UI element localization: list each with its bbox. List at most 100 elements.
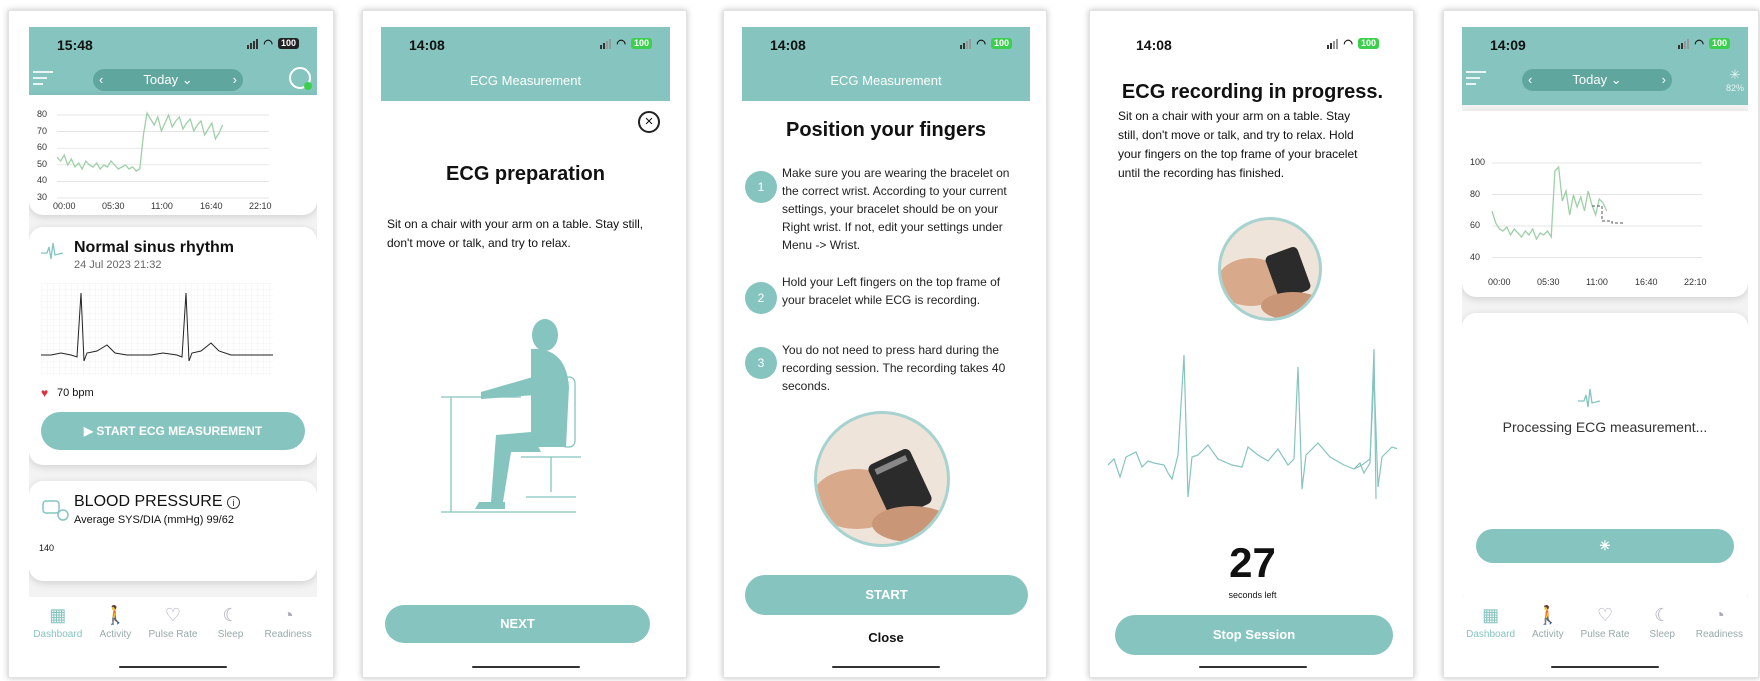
sync-icon: ✳ (1729, 67, 1741, 82)
close-icon[interactable]: × (638, 111, 660, 133)
tab-label: Sleep (217, 629, 244, 640)
device-sync-icon[interactable] (289, 67, 312, 90)
wifi-icon: ◠ (616, 38, 626, 50)
y-tick-label: 30 (37, 192, 48, 202)
screen-dashboard: 15:48 ◠ 100 ‹ Today ⌄ › 80 70 60 50 40 3… (8, 10, 334, 678)
heart-rate-card[interactable]: 100 80 60 40 00:00 05:30 11:00 16:40 22:10 (1462, 111, 1748, 297)
y-tick-label: 80 (37, 109, 48, 119)
processing-text: Processing ECG measurement... (1502, 419, 1708, 435)
tab-dashboard[interactable]: ▦ Dashboard (29, 605, 87, 655)
home-indicator (119, 666, 227, 668)
bracelet-photo (1218, 217, 1322, 321)
processing-button: ✳ (1476, 529, 1734, 563)
status-bar: 14:08 ◠ 100 (1108, 27, 1397, 61)
bp-average: Average SYS/DIA (mmHg) 99/62 (74, 514, 234, 526)
y-tick-label: 70 (37, 125, 48, 136)
blood-pressure-card[interactable]: BLOOD PRESSURE i Average SYS/DIA (mmHg) … (29, 481, 317, 581)
header-title: ECG Measurement (469, 73, 582, 88)
date-nav: ‹ Today ⌄ › (1522, 69, 1672, 91)
status-bar: 14:08 ◠ 100 (381, 27, 670, 61)
next-day-icon[interactable]: › (233, 69, 237, 91)
ecg-strip (41, 283, 273, 375)
tab-dashboard[interactable]: ▦ Dashboard (1462, 605, 1519, 655)
tab-label: Readiness (264, 629, 312, 640)
screen-position-fingers: 14:08 ◠ 100 ECG Measurement Position you… (723, 10, 1047, 678)
wifi-icon: ◠ (263, 38, 273, 50)
battery-icon: 100 (630, 38, 652, 49)
readiness-icon: ◔ (1713, 605, 1725, 625)
signal-icon (1678, 38, 1690, 49)
blood-pressure-icon (42, 500, 69, 521)
tab-readiness[interactable]: ◔ Readiness (1691, 605, 1748, 655)
date-selector[interactable]: Today ⌄ (143, 72, 192, 87)
heart-rate-chart (56, 111, 269, 199)
signal-icon (1327, 38, 1339, 49)
tab-label: Activity (99, 629, 132, 640)
tab-label: Pulse Rate (1580, 629, 1630, 640)
sync-progress: ✳ 82% (1725, 67, 1744, 93)
x-tick-label: 05:30 (1537, 277, 1560, 287)
pulse-rate-icon: ♡ (1596, 605, 1614, 625)
dashboard-icon: ▦ (49, 605, 67, 625)
screen-ecg-preparation: 14:08 ◠ 100 ECG Measurement × ECG prepar… (362, 10, 687, 678)
heart-rate-card[interactable]: 80 70 60 50 40 30 00:00 05:30 11:00 16:40 22:10 (29, 95, 317, 215)
y-tick-label: 50 (37, 158, 48, 169)
tab-sleep[interactable]: ☾ Sleep (202, 605, 260, 655)
home-indicator (832, 666, 940, 668)
y-tick-label: 40 (1470, 251, 1481, 262)
tab-sleep[interactable]: ☾ Sleep (1634, 605, 1691, 655)
battery-icon: 100 (1357, 38, 1379, 49)
prev-day-icon[interactable]: ‹ (99, 69, 103, 91)
next-button[interactable]: NEXT (385, 605, 650, 643)
x-tick-label: 16:40 (1635, 277, 1658, 287)
signal-icon (960, 38, 972, 49)
tab-pulse-rate[interactable]: ♡ Pulse Rate (1576, 605, 1633, 655)
page-title: ECG preparation (446, 163, 605, 185)
processing-card: Processing ECG measurement... ✳ (1462, 313, 1748, 607)
bracelet-photo (814, 411, 950, 547)
step-text: Make sure you are wearing the bracelet o… (782, 166, 1010, 252)
status-time: 14:08 (770, 37, 806, 53)
menu-icon[interactable] (1466, 71, 1486, 85)
y-tick-label: 100 (1470, 157, 1486, 167)
tab-activity[interactable]: 🚶 Activity (1519, 605, 1576, 655)
tab-pulse-rate[interactable]: ♡ Pulse Rate (144, 605, 202, 655)
y-tick-label: 80 (1470, 188, 1481, 199)
battery-icon: 100 (1708, 38, 1730, 49)
tab-activity[interactable]: 🚶 Activity (87, 605, 145, 655)
stop-session-button[interactable]: Stop Session (1115, 615, 1393, 655)
bp-title: BLOOD PRESSURE i (74, 493, 240, 511)
date-selector[interactable]: Today ⌄ (1572, 72, 1621, 87)
home-indicator (471, 666, 580, 668)
y-tick-label: 40 (37, 175, 48, 186)
screen-processing: 14:09 ◠ 100 ‹ Today ⌄ › ✳ 82% 100 80 60 … (1443, 10, 1759, 678)
next-day-icon[interactable]: › (1662, 69, 1666, 91)
tab-readiness[interactable]: ◔ Readiness (259, 605, 317, 655)
date-nav: ‹ Today ⌄ › (93, 69, 243, 91)
x-tick-label: 00:00 (53, 201, 76, 211)
ecg-card[interactable]: Normal sinus rhythm 24 Jul 2023 21:32 ♥ … (29, 227, 317, 465)
close-link[interactable]: Close (742, 630, 1030, 645)
menu-icon[interactable] (33, 71, 53, 85)
loading-spinner-icon: ✳ (1599, 538, 1611, 553)
info-icon[interactable]: i (226, 496, 240, 509)
wifi-icon: ◠ (1343, 38, 1353, 50)
battery-icon: 100 (990, 38, 1012, 49)
signal-icon (247, 38, 259, 49)
dashboard-icon: ▦ (1482, 605, 1500, 625)
activity-icon: 🚶 (1536, 605, 1560, 625)
pulse-rate-icon: ♡ (164, 605, 182, 625)
tab-bar: ▦ Dashboard 🚶 Activity ♡ Pulse Rate ☾ Sleep ◔ Rea… (1462, 605, 1748, 655)
bp-tick: 140 (39, 543, 55, 553)
ecg-icon (41, 242, 63, 260)
sleep-icon: ☾ (1654, 605, 1671, 625)
status-bar: 14:08 ◠ 100 (742, 27, 1030, 61)
start-button[interactable]: START (745, 575, 1028, 615)
ecg-date: 24 Jul 2023 21:32 (74, 259, 162, 271)
start-ecg-button[interactable]: ▶ START ECG MEASUREMENT (41, 412, 305, 450)
prev-day-icon[interactable]: ‹ (1528, 69, 1532, 91)
sitting-person-illustration (441, 319, 581, 513)
bpm-value: 70 bpm (57, 387, 94, 399)
tab-label: Readiness (1695, 629, 1744, 640)
home-indicator (1551, 666, 1659, 668)
